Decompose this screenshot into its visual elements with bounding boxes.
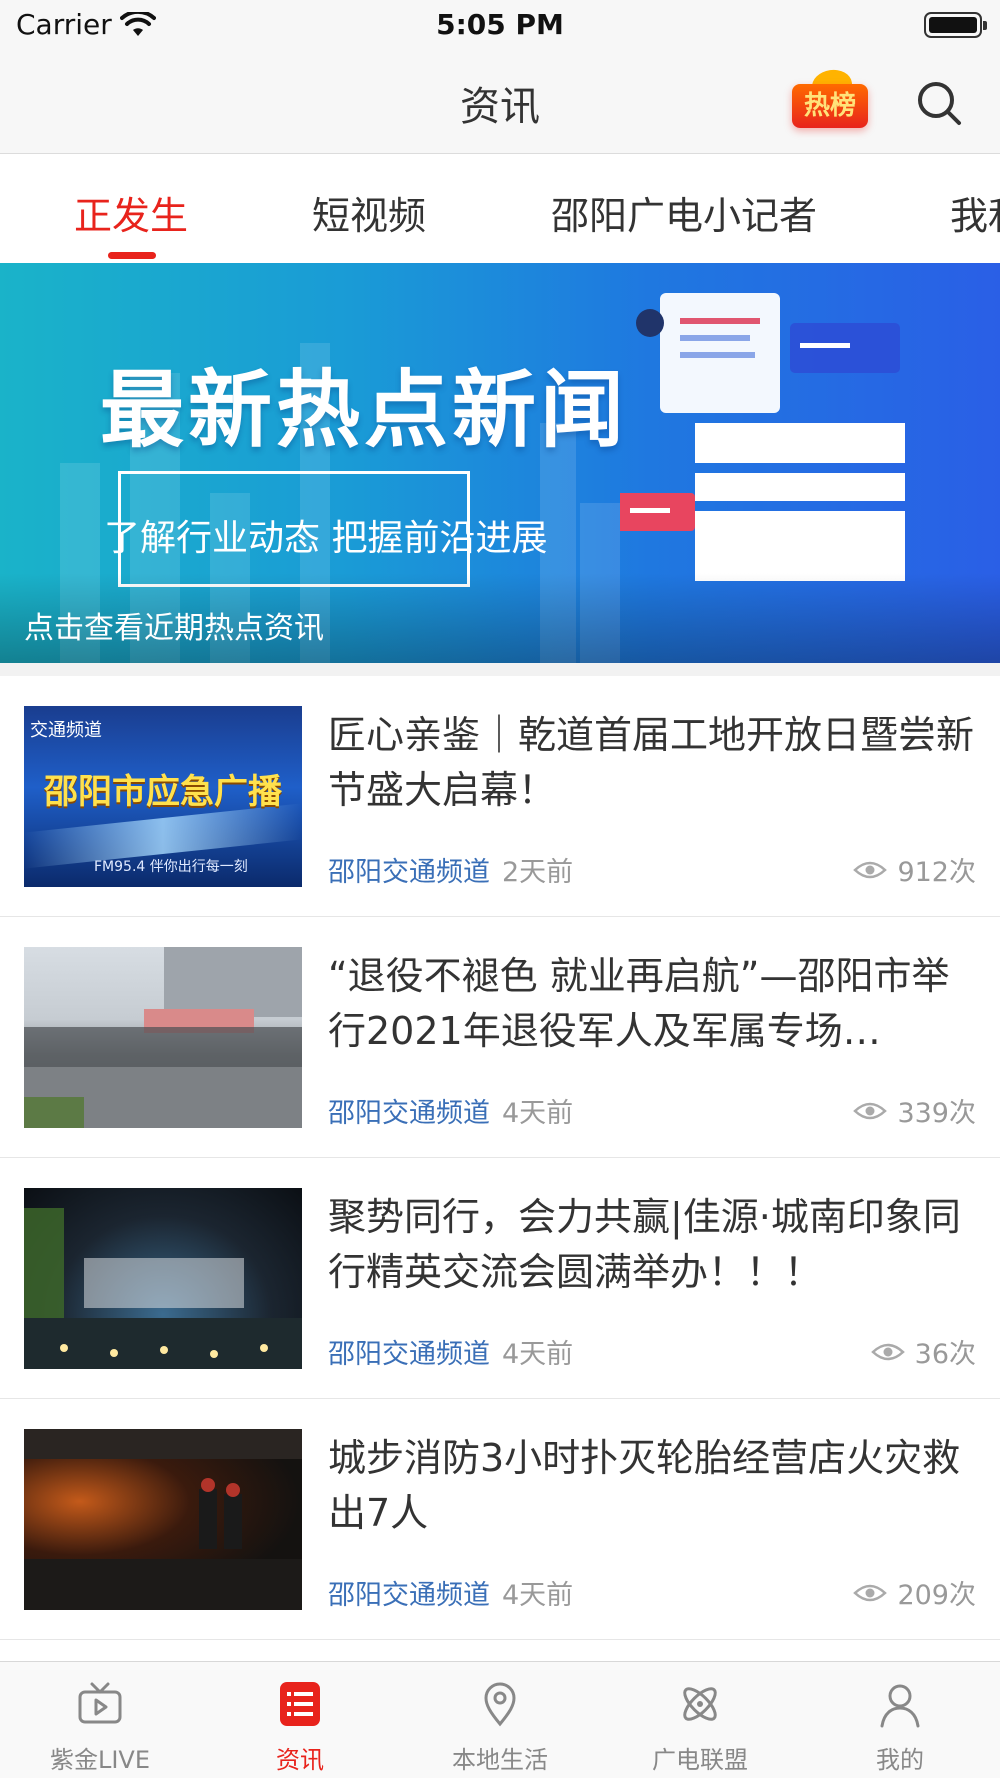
news-title: 城步消防3小时扑灭轮胎经营店火灾救出7人 [328,1436,961,1535]
active-tab-indicator [108,252,156,259]
views-count: 912次 [897,857,976,888]
tabbar-label: 我的 [876,1746,924,1774]
eye-icon [870,1343,905,1360]
status-time: 5:05 PM [436,8,564,41]
tabbar-item-live[interactable]: 紫金LIVE [0,1662,200,1778]
hot-ranking-button[interactable]: 热榜 [790,67,870,130]
news-views: 36次 [870,1332,976,1371]
news-views: 339次 [853,1091,976,1130]
bottom-tab-bar: 紫金LIVE 资讯 本地生活 广电联盟 我的 [0,1661,1000,1778]
news-item[interactable]: 交通频道 邵阳市应急广播 FM95.4 伴你出行每一刻 匠心亲鉴｜乾道首届工地开… [0,676,1000,917]
battery-icon [924,12,987,38]
tabbar-item-news[interactable]: 资讯 [200,1662,400,1778]
tabbar-label: 本地生活 [452,1746,548,1774]
tabbar-item-profile[interactable]: 我的 [800,1662,1000,1778]
news-time: 4天前 [502,1098,574,1129]
news-list-icon [280,1682,320,1726]
tabbar-label: 紫金LIVE [49,1746,151,1774]
news-source[interactable]: 邵阳交通频道 [328,1091,490,1130]
tabbar-item-local-life[interactable]: 本地生活 [400,1662,600,1778]
thumbnail-title: 邵阳市应急广播 [44,772,282,812]
hot-news-banner[interactable]: 最新热点新闻 了解行业动态 把握前沿进展 点击查看近期热点资讯 [0,263,1000,663]
tab-more[interactable]: 我和 [950,185,1000,240]
tab-little-reporter[interactable]: 邵阳广电小记者 [551,185,817,240]
atom-icon [683,1687,717,1721]
eye-icon [853,861,888,878]
views-count: 36次 [914,1339,976,1370]
news-source[interactable]: 邵阳交通频道 [328,850,490,889]
news-title: 聚势同行，会力共赢|佳源·城南印象同行精英交流会圆满举办！！！ [328,1195,961,1294]
tab-zhengfasheng[interactable]: 正发生 [74,185,188,240]
news-title: 匠心亲鉴｜乾道首届工地开放日暨尝新节盛大启幕！ [328,713,975,812]
hot-ranking-label: 热榜 [792,84,868,128]
location-pin-icon [484,1682,516,1727]
news-time: 4天前 [502,1580,574,1611]
news-views: 912次 [853,850,976,889]
news-title: “退役不褪色 就业再启航”—邵阳市举行2021年退役军人及军属专场… [328,954,950,1053]
news-thumbnail: 交通频道 邵阳市应急广播 FM95.4 伴你出行每一刻 [24,706,302,887]
news-item[interactable]: 聚势同行，会力共赢|佳源·城南印象同行精英交流会圆满举办！！！ 邵阳交通频道 4… [0,1158,1000,1399]
views-count: 209次 [897,1580,976,1611]
banner-headline: 最新热点新闻 [100,361,629,459]
eye-icon [853,1102,888,1119]
banner-subtitle: 了解行业动态 把握前沿进展 [104,518,548,559]
section-divider [0,663,1000,676]
news-thumbnail [24,1429,302,1610]
tabbar-label: 资讯 [276,1746,324,1774]
news-views: 209次 [853,1573,976,1612]
news-item[interactable]: 城步消防3小时扑灭轮胎经营店火灾救出7人 邵阳交通频道 4天前 209次 [0,1399,1000,1640]
tabbar-item-alliance[interactable]: 广电联盟 [600,1662,800,1778]
news-source[interactable]: 邵阳交通频道 [328,1573,490,1612]
status-bar: Carrier 5:05 PM [0,0,1000,50]
category-tabs: 正发生 短视频 邵阳广电小记者 我和 [0,155,1000,263]
news-time: 2天前 [502,857,574,888]
news-item[interactable]: “退役不褪色 就业再启航”—邵阳市举行2021年退役军人及军属专场… 邵阳交通频… [0,917,1000,1158]
news-source[interactable]: 邵阳交通频道 [328,1332,490,1371]
banner-caption: 点击查看近期热点资讯 [24,611,324,646]
thumbnail-logo: 交通频道 [30,720,102,741]
news-thumbnail [24,1188,302,1369]
news-thumbnail [24,947,302,1128]
navigation-bar: 资讯 热榜 [0,50,1000,154]
search-icon[interactable] [916,80,962,126]
thumbnail-footer: FM95.4 伴你出行每一刻 [94,859,248,875]
tv-icon [78,1682,122,1724]
user-icon [880,1684,920,1728]
news-time: 4天前 [502,1339,574,1370]
eye-icon [853,1584,888,1601]
tab-short-video[interactable]: 短视频 [312,185,426,240]
tabbar-label: 广电联盟 [652,1746,748,1774]
views-count: 339次 [897,1098,976,1129]
